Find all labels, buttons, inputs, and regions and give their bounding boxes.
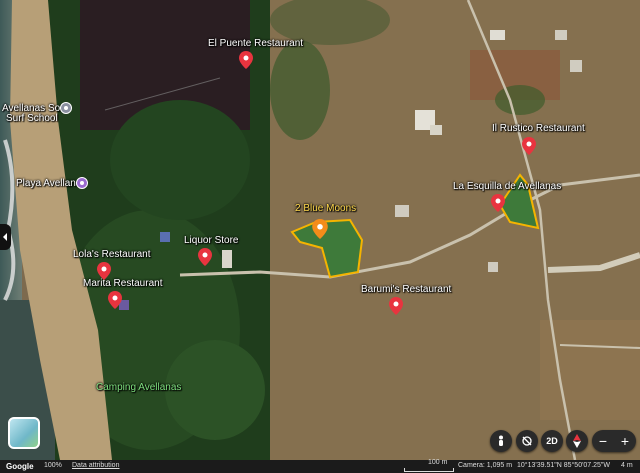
satellite-map[interactable]: El Puente Restaurant Avellanas Soul Surf…: [0, 0, 640, 473]
map-pin-icon[interactable]: [97, 262, 111, 280]
label-il-rustico[interactable]: Il Rustico Restaurant: [492, 123, 585, 135]
elevation: 4 m: [621, 462, 633, 469]
label-liquor-store[interactable]: Liquor Store: [184, 235, 238, 247]
label-surf-school[interactable]: Surf School: [6, 113, 58, 125]
zoom-level: 100%: [44, 462, 62, 469]
google-logo: Google: [6, 462, 34, 471]
camera-altitude: Camera: 1,095 m: [458, 462, 513, 469]
zoom-control[interactable]: − +: [592, 430, 636, 452]
label-blue-moons[interactable]: 2 Blue Moons: [295, 203, 356, 215]
coordinates: 10°13'39.51"N 85°50'07.25"W: [517, 462, 611, 469]
compass-icon[interactable]: [566, 430, 588, 452]
label-playa-avellana[interactable]: Playa Avellana: [16, 178, 81, 190]
label-marita[interactable]: Marita Restaurant: [83, 278, 162, 290]
map-pin-icon[interactable]: [389, 297, 403, 315]
label-esquilla[interactable]: La Esquilla de Avellanas: [453, 181, 561, 193]
zoom-in-button[interactable]: +: [614, 430, 636, 452]
status-bar: Google 100% Data attribution 100 m Camer…: [0, 459, 640, 473]
pegman-icon[interactable]: [490, 430, 512, 452]
map-pin-icon[interactable]: [491, 194, 505, 212]
scale-bar: [404, 468, 454, 472]
zoom-out-button[interactable]: −: [592, 430, 614, 452]
mode-2d-button[interactable]: 2D: [541, 430, 563, 452]
label-barumis[interactable]: Barumi's Restaurant: [361, 284, 451, 296]
layers-icon[interactable]: [8, 417, 40, 449]
label-el-puente[interactable]: El Puente Restaurant: [208, 38, 303, 50]
map-pin-icon[interactable]: [108, 291, 122, 309]
surf-school-icon[interactable]: [60, 102, 72, 114]
rotate-icon[interactable]: [516, 430, 538, 452]
data-attribution-link[interactable]: Data attribution: [72, 462, 119, 469]
scale-label: 100 m: [428, 459, 448, 466]
map-pin-icon[interactable]: [239, 51, 253, 69]
label-lolas[interactable]: Lola's Restaurant: [73, 249, 151, 261]
collapse-panel-handle[interactable]: [0, 224, 11, 250]
beach-icon[interactable]: [76, 177, 88, 189]
label-camping[interactable]: Camping Avellanas: [96, 382, 181, 394]
map-pin-icon[interactable]: [522, 137, 536, 155]
map-pin-icon[interactable]: [198, 248, 212, 266]
selected-pin-icon[interactable]: [312, 219, 328, 239]
